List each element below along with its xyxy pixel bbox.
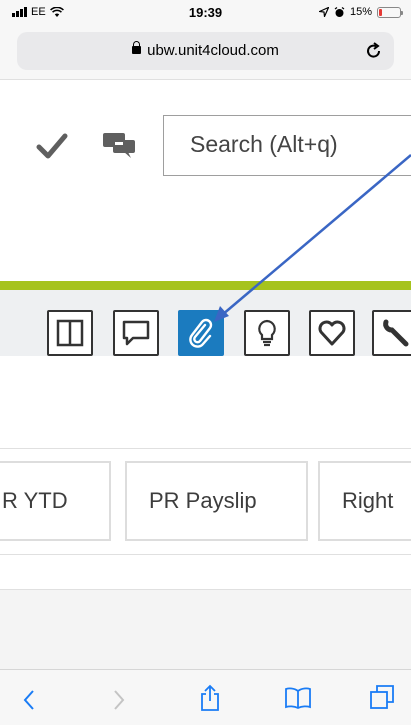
lightbulb-icon bbox=[258, 319, 276, 347]
forward-icon[interactable] bbox=[112, 689, 126, 711]
tab-label: R YTD bbox=[2, 488, 68, 513]
search-placeholder: Search (Alt+q) bbox=[190, 131, 338, 157]
tools-button[interactable] bbox=[372, 310, 411, 356]
browser-address-area: ubw.unit4cloud.com bbox=[0, 26, 411, 80]
search-input[interactable]: Search (Alt+q) bbox=[163, 115, 411, 176]
status-bar: EE 19:39 15% bbox=[0, 0, 411, 26]
back-icon[interactable] bbox=[22, 689, 36, 711]
bookmarks-icon[interactable] bbox=[284, 687, 312, 709]
reload-icon[interactable] bbox=[364, 41, 384, 61]
paperclip-icon bbox=[189, 318, 213, 348]
alarm-icon bbox=[334, 6, 345, 17]
split-view-icon bbox=[56, 319, 84, 347]
favorite-button[interactable] bbox=[309, 310, 355, 356]
divider bbox=[0, 554, 411, 555]
split-view-button[interactable] bbox=[47, 310, 93, 356]
share-icon[interactable] bbox=[198, 684, 222, 712]
chat-bubbles-icon[interactable] bbox=[101, 131, 137, 159]
comment-button[interactable] bbox=[113, 310, 159, 356]
battery-icon bbox=[377, 6, 403, 18]
wrench-icon bbox=[383, 319, 409, 347]
tab-r-ytd[interactable]: R YTD bbox=[0, 461, 111, 541]
comment-icon bbox=[122, 320, 150, 346]
tab-label: PR Payslip bbox=[149, 488, 257, 513]
icon-toolbar bbox=[0, 290, 411, 356]
tab-right[interactable]: Right bbox=[318, 461, 411, 541]
tab-label: Right bbox=[342, 488, 394, 513]
checkmark-icon[interactable] bbox=[36, 132, 68, 160]
battery-percent: 15% bbox=[349, 6, 372, 18]
tab-pr-payslip[interactable]: PR Payslip bbox=[125, 461, 308, 541]
address-bar[interactable]: ubw.unit4cloud.com bbox=[17, 32, 394, 70]
lightbulb-button[interactable] bbox=[244, 310, 290, 356]
lock-icon bbox=[132, 41, 142, 54]
heart-icon bbox=[318, 320, 346, 346]
divider bbox=[0, 448, 411, 449]
safari-toolbar bbox=[0, 669, 411, 725]
status-right: 15% bbox=[318, 6, 403, 18]
attachment-button[interactable] bbox=[178, 310, 224, 356]
content-panel bbox=[0, 589, 411, 669]
url-text: ubw.unit4cloud.com bbox=[147, 42, 279, 59]
tabs-icon[interactable] bbox=[369, 684, 395, 710]
location-icon bbox=[318, 7, 329, 17]
accent-band bbox=[0, 281, 411, 290]
